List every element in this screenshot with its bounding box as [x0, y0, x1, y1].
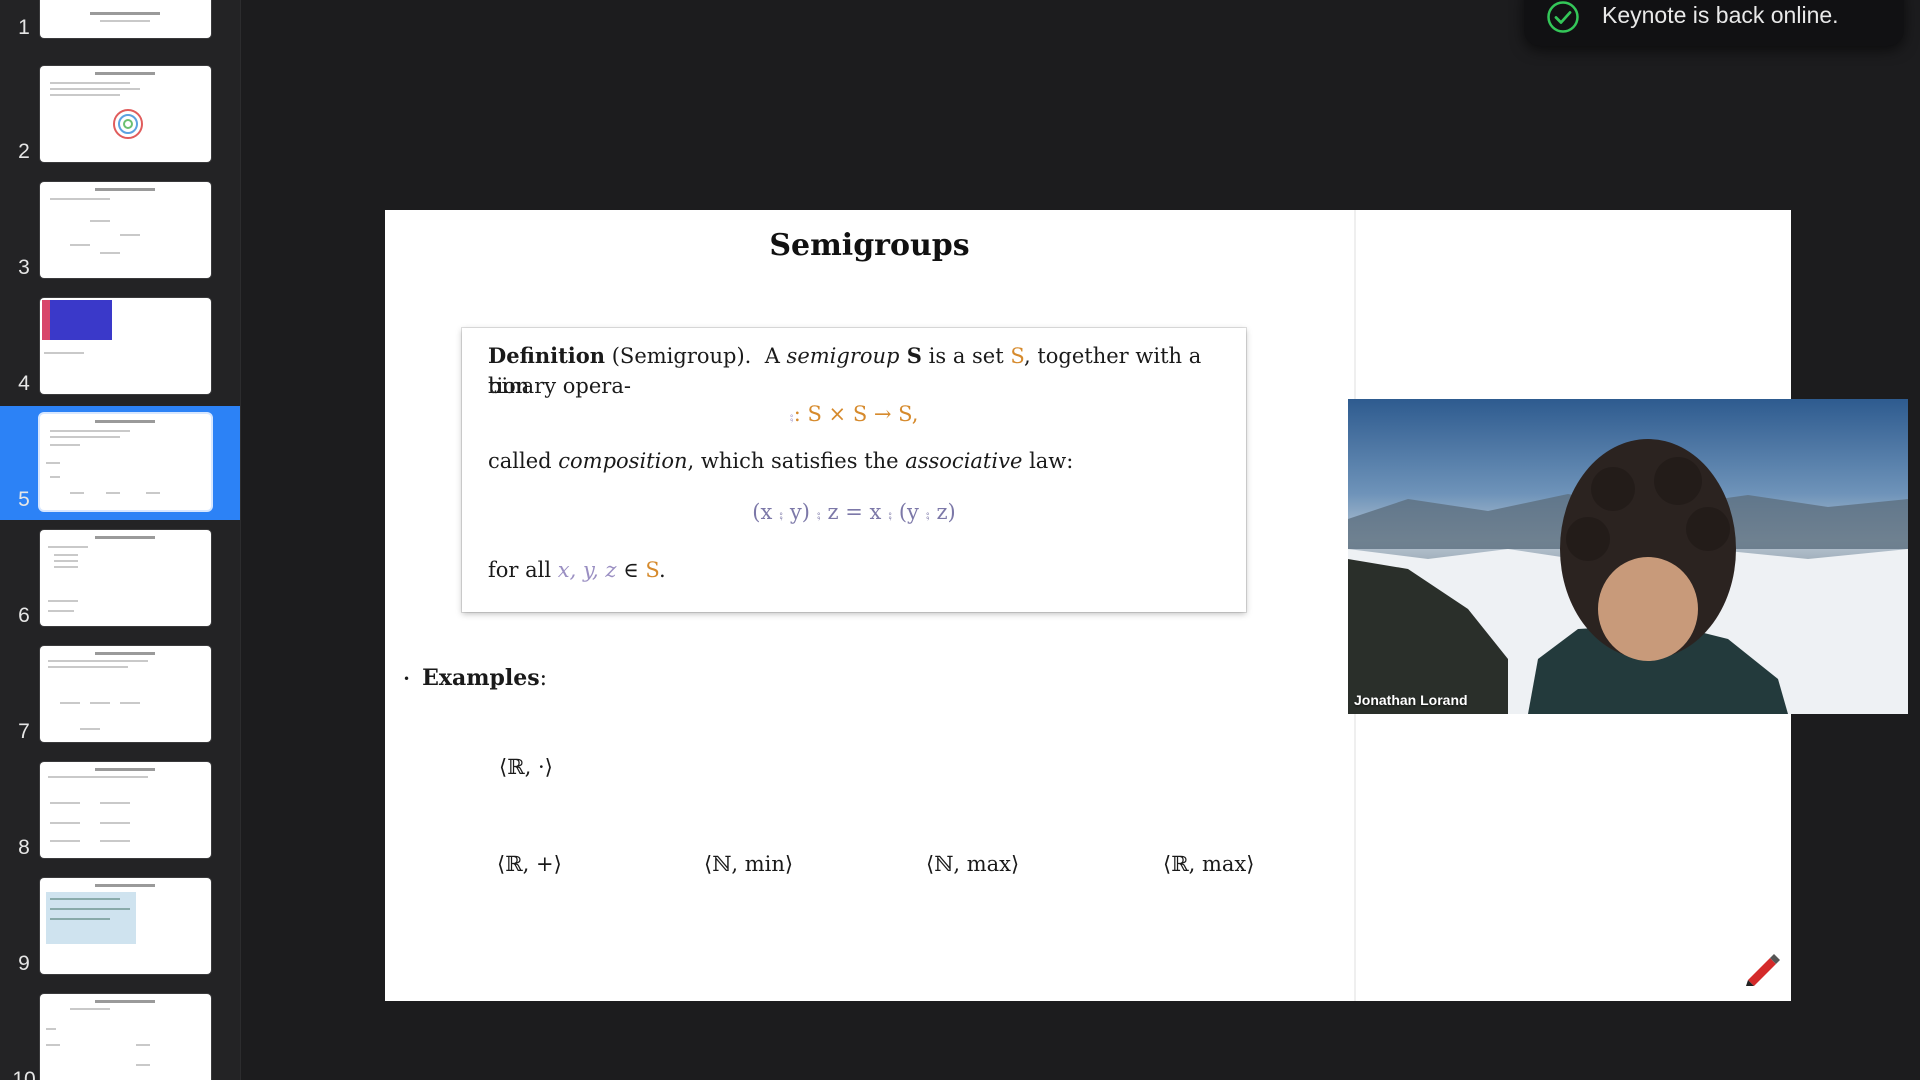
forall-set: S [645, 558, 659, 582]
definition-text-e: called [488, 449, 559, 473]
slide-title: Semigroups [769, 228, 970, 263]
slide-thumbnail-row-10[interactable]: 10 [0, 988, 240, 1080]
toast-message: Keynote is back online. [1602, 2, 1839, 28]
slide-thumbnail-row-6[interactable]: 6 [0, 524, 240, 636]
slide-number: 9 [18, 952, 30, 975]
participant-video[interactable]: Jonathan Lorand [1348, 399, 1908, 714]
definition-symbol-s: S [899, 343, 922, 368]
toast-notification[interactable]: Keynote is back online. [1524, 0, 1904, 46]
definition-term: semigroup [786, 344, 900, 368]
composition-term: composition [558, 449, 688, 473]
slide-thumbnail[interactable] [40, 762, 211, 858]
slide-thumbnail[interactable] [40, 182, 211, 278]
slide-thumbnail[interactable] [40, 298, 211, 394]
bullet-icon: • [403, 672, 411, 686]
forall-vars: x, y, z [557, 558, 617, 582]
forall-end: . [659, 558, 666, 582]
slide-number: 5 [18, 488, 30, 511]
slide-thumbnail[interactable] [40, 646, 211, 742]
example-real-max: ⟨ℝ, max⟩ [1163, 852, 1255, 876]
definition-text-g: law: [1022, 449, 1074, 473]
definition-line-3: called composition, which satisfies the … [488, 446, 1073, 476]
slide-thumbnail-row-3[interactable]: 3 [0, 176, 240, 288]
slide-number: 1 [18, 16, 30, 39]
slide-thumbnail-row-8[interactable]: 8 [0, 756, 240, 868]
slide-navigator: 1 2 3 4 5 6 7 8 9 10 [0, 0, 241, 1080]
forall-in: ∈ [616, 558, 646, 582]
definition-line-1: Definition (Semigroup). A semigroup S is… [488, 341, 1246, 401]
definition-text-f: , which satisfies the [687, 449, 906, 473]
participant-name: Jonathan Lorand [1354, 692, 1468, 708]
slide-thumbnail[interactable] [40, 994, 211, 1080]
slide-number: 4 [18, 372, 30, 395]
definition-line-forall: for all x, y, z ∈ S. [488, 555, 666, 585]
slide-number: 6 [18, 604, 30, 627]
check-circle-icon [1547, 1, 1579, 33]
slide-thumbnail-row-2[interactable]: 2 [0, 60, 240, 172]
set-symbol: S [1010, 344, 1024, 368]
example-naturals-max: ⟨ℕ, max⟩ [926, 852, 1020, 876]
slide-number: 2 [18, 140, 30, 163]
slide-thumbnail[interactable] [40, 530, 211, 626]
examples-heading: • Examples: [403, 665, 547, 691]
example-real-addition: ⟨ℝ, +⟩ [497, 852, 562, 876]
associative-law: (x ⨾ y) ⨾ z = x ⨾ (y ⨾ z) [752, 500, 956, 524]
definition-line-2: tion [488, 374, 530, 398]
definition-box: Definition (Semigroup). A semigroup S is… [462, 328, 1246, 612]
slide-thumbnail-row-4[interactable]: 4 [0, 292, 240, 404]
associative-term: associative [905, 449, 1023, 473]
example-real-multiplication: ⟨ℝ, ·⟩ [499, 755, 553, 779]
operation-signature: ⨾: S × S → S, [462, 402, 1246, 427]
definition-label: Definition [488, 343, 606, 368]
examples-label: Examples [422, 665, 540, 691]
slide-thumbnail-row-1[interactable]: 1 [0, 0, 240, 48]
slide-thumbnail[interactable] [40, 66, 211, 162]
slide-number: 10 [12, 1068, 36, 1080]
slide-number: 8 [18, 836, 30, 859]
example-naturals-min: ⟨ℕ, min⟩ [704, 852, 794, 876]
slide-thumbnail[interactable] [40, 878, 211, 974]
slide-thumbnail-row-5[interactable]: 5 [0, 406, 240, 520]
slide-thumbnail[interactable] [40, 414, 211, 510]
slide-thumbnail[interactable] [40, 0, 211, 38]
definition-text-a: A [764, 344, 787, 368]
slide-number: 7 [18, 720, 30, 743]
examples-colon: : [539, 666, 548, 691]
forall-text: for all [488, 558, 558, 582]
video-frame [1348, 439, 1908, 714]
definition-text-c: is a set [921, 344, 1011, 368]
pen-icon[interactable] [1744, 950, 1780, 986]
slide-number: 3 [18, 256, 30, 279]
operation-type: : S × S → S, [793, 402, 919, 426]
slide-thumbnail-row-9[interactable]: 9 [0, 872, 240, 984]
slide-thumbnail-row-7[interactable]: 7 [0, 640, 240, 752]
definition-paren: (Semigroup). [611, 344, 752, 368]
